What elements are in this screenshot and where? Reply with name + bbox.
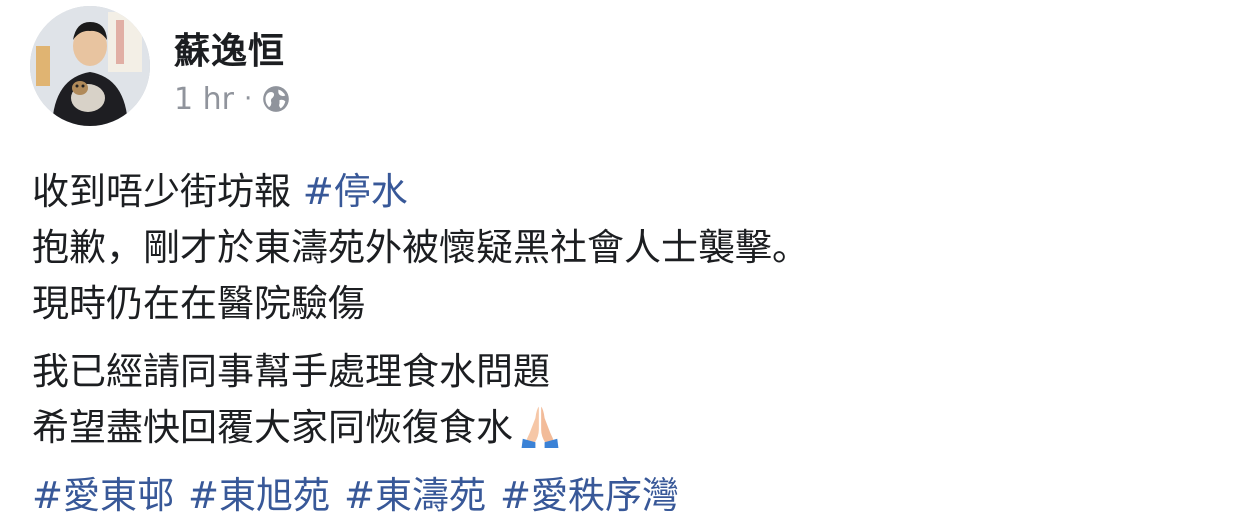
post-body: 收到唔少街坊報 #停水 抱歉，剛才於東濤苑外被懷疑黑社會人士襲擊。 現時仍在在醫… <box>32 164 1222 524</box>
post-paragraph-2: 我已經請同事幫手處理食水問題 希望盡快回覆大家同恢復食水 <box>32 344 1222 456</box>
post-paragraph-1: 收到唔少街坊報 #停水 抱歉，剛才於東濤苑外被懷疑黑社會人士襲擊。 現時仍在在醫… <box>32 164 1222 332</box>
globe-icon[interactable] <box>262 85 290 113</box>
folded-hands-emoji <box>521 406 559 448</box>
author-name[interactable]: 蘇逸恒 <box>174 22 285 74</box>
post-time[interactable]: 1 hr <box>174 82 234 117</box>
hashtag-link[interactable]: #東旭苑 <box>188 474 330 517</box>
post-line: #愛東邨 #東旭苑 #東濤苑 #愛秩序灣 <box>32 468 1222 524</box>
post-text: 希望盡快回覆大家同恢復食水 <box>32 406 513 449</box>
post-meta: 1 hr · <box>174 80 290 118</box>
post-line: 收到唔少街坊報 #停水 <box>32 164 1222 220</box>
hashtag-link[interactable]: #愛東邨 <box>32 474 174 517</box>
hashtag-link[interactable]: #東濤苑 <box>344 474 486 517</box>
post-line: 我已經請同事幫手處理食水問題 <box>32 350 550 393</box>
hashtag-link[interactable]: #愛秩序灣 <box>500 474 679 517</box>
separator-dot: · <box>243 84 253 114</box>
post-line: 希望盡快回覆大家同恢復食水 <box>32 400 1222 456</box>
post-line: 現時仍在在醫院驗傷 <box>32 282 365 325</box>
post-text: 收到唔少街坊報 <box>32 170 303 213</box>
avatar[interactable] <box>30 6 150 126</box>
hashtag-link[interactable]: #停水 <box>303 170 408 213</box>
profile-photo <box>30 6 150 126</box>
hashtag-row: #愛東邨 #東旭苑 #東濤苑 #愛秩序灣 <box>32 468 1222 524</box>
post-line: 抱歉，剛才於東濤苑外被懷疑黑社會人士襲擊。 <box>32 226 809 269</box>
